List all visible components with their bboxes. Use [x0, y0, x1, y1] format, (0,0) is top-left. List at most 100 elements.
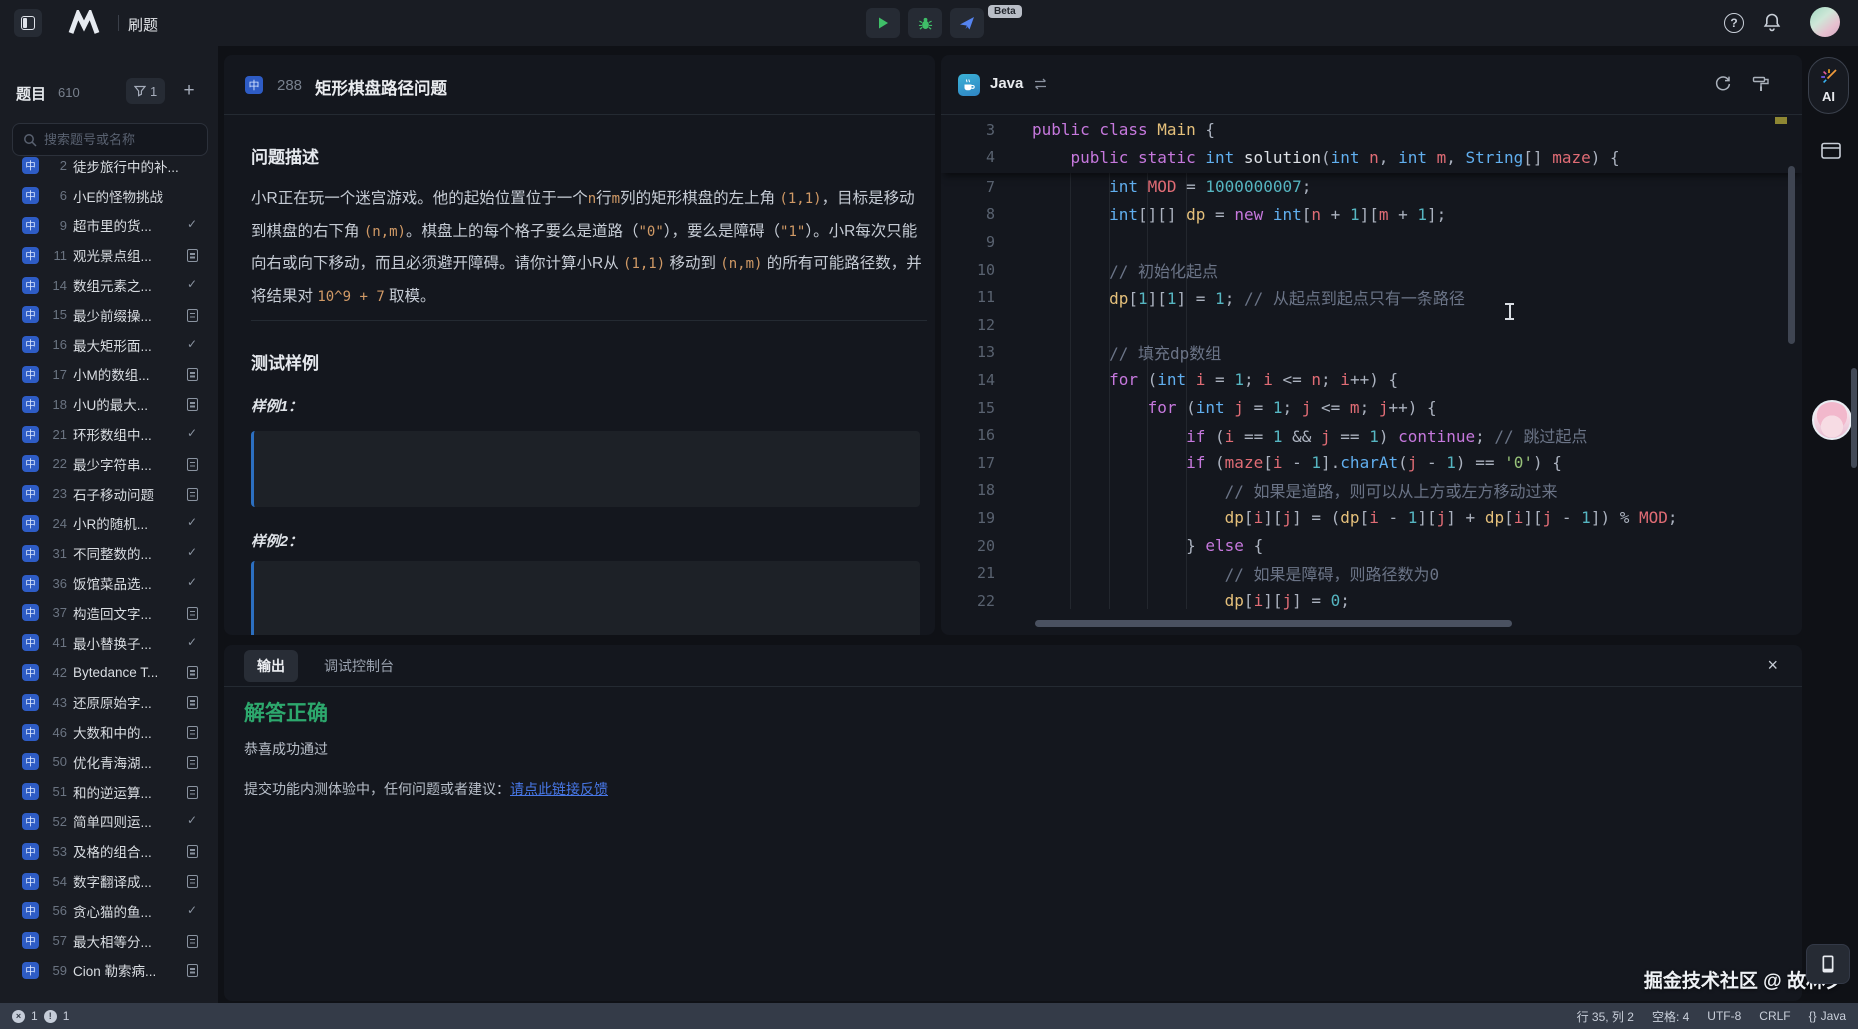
- code-line[interactable]: 13 // 填充dp数组: [941, 339, 1802, 367]
- ai-assistant-button[interactable]: AI: [1808, 57, 1849, 114]
- problem-list-item[interactable]: 中 41 最小替换子...: [0, 628, 218, 658]
- problem-list-item[interactable]: 中 51 和的逆运算...: [0, 777, 218, 807]
- problem-list-item[interactable]: 中 17 小M的数组...: [0, 360, 218, 390]
- horizontal-scrollbar[interactable]: [1035, 620, 1512, 627]
- problem-list-item[interactable]: 中 46 大数和中的...: [0, 717, 218, 747]
- code-line[interactable]: 9: [941, 228, 1802, 256]
- problem-list-item[interactable]: 中 11 观光景点组...: [0, 240, 218, 270]
- sidebar-toggle-button[interactable]: [14, 9, 42, 37]
- code-line[interactable]: 10 // 初始化起点: [941, 256, 1802, 284]
- problem-list-item[interactable]: 中 14 数组元素之...: [0, 270, 218, 300]
- run-button[interactable]: [866, 8, 900, 38]
- difficulty-badge: 中: [22, 932, 39, 949]
- code-editor-body[interactable]: 3 public class Main { 4 public static in…: [941, 115, 1802, 635]
- eol-setting[interactable]: CRLF: [1759, 1009, 1790, 1023]
- line-number: 13: [941, 343, 995, 361]
- sidebar-title: 题目: [16, 83, 46, 104]
- mobile-view-button[interactable]: [1806, 944, 1850, 984]
- problem-list-item[interactable]: 中 16 最大矩形面...: [0, 330, 218, 360]
- problem-list-item[interactable]: 中 52 简单四则运...: [0, 807, 218, 837]
- problems-summary[interactable]: × 1 ! 1: [12, 1009, 69, 1023]
- debug-button[interactable]: [908, 8, 942, 38]
- vertical-scrollbar[interactable]: [1788, 166, 1795, 344]
- help-icon[interactable]: ?: [1724, 13, 1744, 33]
- close-icon[interactable]: ×: [1767, 654, 1778, 676]
- problem-list-item[interactable]: 中 43 还原原始字...: [0, 687, 218, 717]
- line-number: 12: [941, 316, 995, 334]
- panel-layout-icon[interactable]: [1820, 141, 1842, 161]
- code-line[interactable]: 21 // 如果是障碍，则路径数为0: [941, 559, 1802, 587]
- play-icon: [876, 16, 890, 30]
- code-line[interactable]: 8 int[][] dp = new int[n + 1][m + 1];: [941, 201, 1802, 229]
- indent-setting[interactable]: 空格: 4: [1652, 1008, 1689, 1025]
- problem-list-item[interactable]: 中 53 及格的组合...: [0, 836, 218, 866]
- problem-status-icon: [187, 338, 201, 352]
- problem-title: 贪心猫的鱼...: [73, 901, 185, 921]
- page-scrollbar[interactable]: [1851, 368, 1857, 468]
- submit-button[interactable]: [950, 8, 984, 38]
- code-line[interactable]: 16 if (i == 1 && j == 1) continue; // 跳过…: [941, 421, 1802, 449]
- problem-status-icon: [187, 607, 198, 620]
- problem-list-item[interactable]: 中 59 Cion 勒索病...: [0, 956, 218, 986]
- problem-list-item[interactable]: 中 37 构造回文字...: [0, 598, 218, 628]
- problem-number: 14: [39, 278, 73, 293]
- line-number: 8: [941, 205, 995, 223]
- search-input[interactable]: [44, 132, 194, 147]
- difficulty-badge: 中: [22, 247, 39, 264]
- language-switch-icon[interactable]: [1033, 78, 1048, 90]
- encoding[interactable]: UTF-8: [1707, 1009, 1741, 1023]
- problem-list-item[interactable]: 中 57 最大相等分...: [0, 926, 218, 956]
- line-number: 14: [941, 371, 995, 389]
- code-line[interactable]: 19 dp[i][j] = (dp[i - 1][j] + dp[i][j - …: [941, 504, 1802, 532]
- code-line[interactable]: 3 public class Main {: [941, 116, 1802, 144]
- problem-list-item[interactable]: 中 23 石子移动问题: [0, 479, 218, 509]
- problem-list-item[interactable]: 中 54 数字翻译成...: [0, 866, 218, 896]
- problem-title: 大数和中的...: [73, 722, 185, 742]
- problem-list-item[interactable]: 中 24 小R的随机...: [0, 509, 218, 539]
- tab-output[interactable]: 输出: [244, 650, 298, 682]
- problem-list-item[interactable]: 中 42 Bytedance T...: [0, 658, 218, 688]
- reset-code-icon[interactable]: [1714, 75, 1732, 93]
- problem-list-item[interactable]: 中 31 不同整数的...: [0, 538, 218, 568]
- sparkle-icon: [1820, 68, 1838, 86]
- problem-title: 徒步旅行中的补...: [73, 156, 185, 176]
- cursor-position[interactable]: 行 35, 列 2: [1577, 1008, 1634, 1025]
- add-button[interactable]: +: [176, 78, 202, 104]
- language-mode[interactable]: {}Java: [1809, 1009, 1846, 1023]
- bug-icon: [918, 16, 933, 31]
- filter-button[interactable]: 1: [126, 78, 165, 104]
- phone-icon: [1820, 954, 1836, 974]
- problem-status-icon: [187, 218, 201, 232]
- code-line[interactable]: 20 } else {: [941, 532, 1802, 560]
- line-number: 18: [941, 481, 995, 499]
- code-line[interactable]: 11 dp[1][1] = 1; // 从起点到起点只有一条路径: [941, 283, 1802, 311]
- format-code-icon[interactable]: [1752, 75, 1770, 93]
- code-line[interactable]: 15 for (int j = 1; j <= m; j++) {: [941, 394, 1802, 422]
- difficulty-badge: 中: [22, 753, 39, 770]
- problem-list-item[interactable]: 中 9 超市里的货...: [0, 211, 218, 241]
- problem-list-item[interactable]: 中 6 小E的怪物挑战: [0, 181, 218, 211]
- code-line[interactable]: 14 for (int i = 1; i <= n; i++) {: [941, 366, 1802, 394]
- problem-list-item[interactable]: 中 21 环形数组中...: [0, 419, 218, 449]
- juejin-logo-icon[interactable]: [64, 10, 104, 36]
- problem-list-item[interactable]: 中 18 小U的最大...: [0, 389, 218, 419]
- user-avatar[interactable]: [1810, 7, 1840, 37]
- code-line[interactable]: 4 public static int solution(int n, int …: [941, 144, 1802, 172]
- code-line[interactable]: 12: [941, 311, 1802, 339]
- line-number: 15: [941, 399, 995, 417]
- feedback-link[interactable]: 请点此链接反馈: [510, 781, 608, 797]
- notifications-bell-icon[interactable]: [1762, 12, 1782, 33]
- tab-debug-console[interactable]: 调试控制台: [324, 656, 394, 676]
- assistant-avatar[interactable]: [1812, 400, 1852, 440]
- problem-list-item[interactable]: 中 22 最少字符串...: [0, 449, 218, 479]
- problem-list-item[interactable]: 中 50 优化青海湖...: [0, 747, 218, 777]
- code-line[interactable]: 18 // 如果是道路，则可以从上方或左方移动过来: [941, 477, 1802, 505]
- code-line[interactable]: 22 dp[i][j] = 0;: [941, 587, 1802, 611]
- problem-list-item[interactable]: 中 2 徒步旅行中的补...: [0, 151, 218, 181]
- code-lines: 7 int MOD = 1000000007; 8 int[][] dp = n…: [941, 173, 1802, 611]
- problem-list-item[interactable]: 中 15 最少前缀操...: [0, 300, 218, 330]
- code-line[interactable]: 17 if (maze[i - 1].charAt(j - 1) == '0')…: [941, 449, 1802, 477]
- code-line[interactable]: 7 int MOD = 1000000007;: [941, 173, 1802, 201]
- problem-list-item[interactable]: 中 36 饭馆菜品选...: [0, 568, 218, 598]
- problem-list-item[interactable]: 中 56 贪心猫的鱼...: [0, 896, 218, 926]
